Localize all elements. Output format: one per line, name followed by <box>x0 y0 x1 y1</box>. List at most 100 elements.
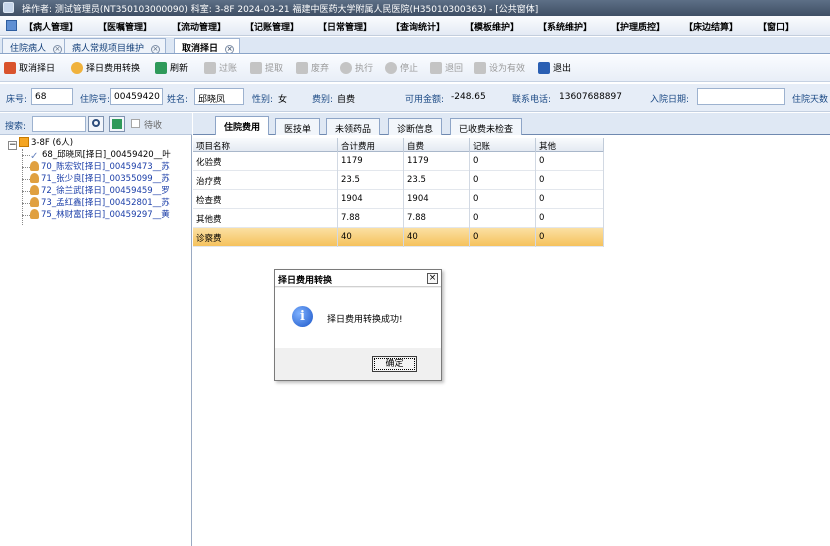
button-label: 取消择日 <box>19 64 56 74</box>
collapse-icon[interactable]: − <box>8 141 17 150</box>
tree-patient-71[interactable]: 71_张少良[择日]_00355099__苏 <box>30 173 170 185</box>
button-label: 过账 <box>219 64 238 74</box>
table-cell: 0 <box>470 152 536 171</box>
tab-paid-unchecked[interactable]: 已收费未检查 <box>450 118 523 135</box>
button-label: 废弃 <box>311 64 330 74</box>
execute-button[interactable]: 执行 <box>340 61 373 76</box>
tab-routine-items[interactable]: 病人常规项目维护 × <box>64 38 166 53</box>
tree-patient-label: 72_徐兰武[择日]_00459459__罗 <box>41 186 170 196</box>
detail-tab-strip: 住院费用 医技单 未领药品 诊断信息 已收费未检查 <box>193 113 830 135</box>
execute-icon <box>340 62 352 74</box>
tab-inpatient-fees[interactable]: 住院费用 <box>215 116 270 135</box>
set-valid-button[interactable]: 设为有效 <box>474 61 525 76</box>
valid-icon <box>474 62 486 74</box>
stop-button[interactable]: 停止 <box>385 61 418 76</box>
menu-system-maint[interactable]: 【系统维护】 <box>538 20 592 33</box>
tree-patient-73[interactable]: 73_孟红鑫[择日]_00452801__苏 <box>30 197 170 209</box>
table-row[interactable]: 化验费 1179 1179 0 0 <box>193 152 604 171</box>
dialog-ok-button[interactable]: 确定 <box>372 356 417 372</box>
table-cell: 0 <box>470 228 536 247</box>
name-field[interactable]: 邱晓凤 <box>194 88 244 105</box>
tree-root-ward[interactable]: − 3-8F (6人) <box>8 137 73 150</box>
menu-patient-mgmt[interactable]: 【病人管理】 <box>24 20 78 33</box>
table-row[interactable]: 治疗费 23.5 23.5 0 0 <box>193 171 604 190</box>
filter-button[interactable] <box>109 116 125 132</box>
menu-orders-mgmt[interactable]: 【医嘱管理】 <box>98 20 152 33</box>
menu-flow-mgmt[interactable]: 【流动管理】 <box>172 20 226 33</box>
window-title: 操作者: 测试管理员(NT350103000090) 科室: 3-8F 2024… <box>22 5 539 15</box>
table-cell: 0 <box>470 209 536 228</box>
close-tab-icon[interactable]: × <box>52 45 62 53</box>
bed-number-field[interactable]: 68 <box>31 88 73 105</box>
return-icon <box>430 62 442 74</box>
table-cell: 1904 <box>404 190 470 209</box>
app-icon <box>3 2 14 13</box>
tab-inpatients[interactable]: 住院病人 × <box>2 38 68 54</box>
tree-patient-70[interactable]: 70_陈宏钦[择日]_00459473__苏 <box>30 161 170 173</box>
menu-query-stats[interactable]: 【查询统计】 <box>391 20 445 33</box>
column-header[interactable]: 自费 <box>404 138 470 152</box>
table-cell: 7.88 <box>404 209 470 228</box>
table-cell: 治疗费 <box>193 171 338 190</box>
post-button[interactable]: 过账 <box>204 61 237 76</box>
menu-template-maint[interactable]: 【模板维护】 <box>465 20 519 33</box>
tree-patient-68[interactable]: ✓ 68_邱晓凤[择日]_00459420__叶 <box>30 149 171 162</box>
balance-label: 可用金额: <box>405 95 445 105</box>
dialog-close-button[interactable]: × <box>427 273 438 284</box>
pending-checkbox[interactable] <box>131 119 140 128</box>
refresh-button[interactable]: 刷新 <box>155 61 188 76</box>
document-tab-strip: 住院病人 × 病人常规项目维护 × 取消择日 × <box>0 37 830 54</box>
exit-icon <box>538 62 550 74</box>
fee-type-label: 费别: <box>312 95 334 105</box>
table-cell: 23.5 <box>404 171 470 190</box>
discard-button[interactable]: 废弃 <box>296 61 329 76</box>
close-tab-icon[interactable]: × <box>150 45 160 53</box>
table-row[interactable]: 其他费 7.88 7.88 0 0 <box>193 209 604 228</box>
column-header[interactable]: 合计费用 <box>338 138 404 152</box>
phone-value: 13607688897 <box>559 92 622 102</box>
menu-window[interactable]: 【窗口】 <box>758 20 794 33</box>
exit-button[interactable]: 退出 <box>538 61 571 76</box>
close-tab-icon[interactable]: × <box>225 45 235 53</box>
search-label: 搜索: <box>5 122 27 132</box>
fee-convert-button[interactable]: 择日费用转换 <box>71 61 140 76</box>
menu-bedside-settle[interactable]: 【床边结算】 <box>684 20 738 33</box>
extract-icon <box>250 62 262 74</box>
menu-daily-mgmt[interactable]: 【日常管理】 <box>318 20 372 33</box>
tree-patient-75[interactable]: 75_林财富[择日]_00459297__黄 <box>30 209 170 221</box>
table-row[interactable]: 检查费 1904 1904 0 0 <box>193 190 604 209</box>
column-header[interactable]: 其他 <box>536 138 604 152</box>
tree-patient-label: 70_陈宏钦[择日]_00459473__苏 <box>41 162 170 172</box>
table-cell: 检查费 <box>193 190 338 209</box>
inpatient-no-field[interactable]: 00459420 <box>110 88 163 105</box>
tab-unclaimed-drugs[interactable]: 未领药品 <box>326 118 381 135</box>
tab-label: 住院病人 <box>10 44 47 54</box>
column-header[interactable]: 项目名称 <box>193 138 338 152</box>
patient-info-bar: 床号: 68 住院号: 00459420 姓名: 邱晓凤 性别: 女 费别: 自… <box>0 84 830 112</box>
menu-billing-mgmt[interactable]: 【记账管理】 <box>245 20 299 33</box>
bed-label: 床号: <box>6 95 28 105</box>
search-input[interactable] <box>32 116 86 132</box>
tab-cancel-date-select[interactable]: 取消择日 × <box>174 38 241 53</box>
fee-table-header: 项目名称 合计费用 自费 记账 其他 <box>193 138 604 152</box>
extract-button[interactable]: 提取 <box>250 61 283 76</box>
tab-diagnosis[interactable]: 诊断信息 <box>388 118 443 135</box>
return-button[interactable]: 退回 <box>430 61 463 76</box>
tab-medtech-orders[interactable]: 医技单 <box>275 118 321 135</box>
person-icon <box>30 173 39 183</box>
table-cell: 0 <box>536 190 604 209</box>
tree-connector <box>22 191 30 192</box>
menu-bar: 【病人管理】 【医嘱管理】 【流动管理】 【记账管理】 【日常管理】 【查询统计… <box>0 16 830 36</box>
table-cell: 0 <box>536 228 604 247</box>
admit-date-field[interactable] <box>697 88 785 105</box>
menu-app-icon[interactable] <box>6 20 17 31</box>
table-cell: 其他费 <box>193 209 338 228</box>
menu-nursing-qc[interactable]: 【护理质控】 <box>611 20 665 33</box>
cancel-date-select-button[interactable]: 取消择日 <box>4 61 55 76</box>
column-header[interactable]: 记账 <box>470 138 536 152</box>
dialog-title-bar[interactable]: 择日费用转换 × <box>275 270 441 287</box>
search-button[interactable] <box>88 116 104 132</box>
tree-patient-label: 71_张少良[择日]_00355099__苏 <box>41 174 170 184</box>
table-row-selected[interactable]: 诊察费 40 40 0 0 <box>193 228 604 247</box>
tree-patient-72[interactable]: 72_徐兰武[择日]_00459459__罗 <box>30 185 170 197</box>
